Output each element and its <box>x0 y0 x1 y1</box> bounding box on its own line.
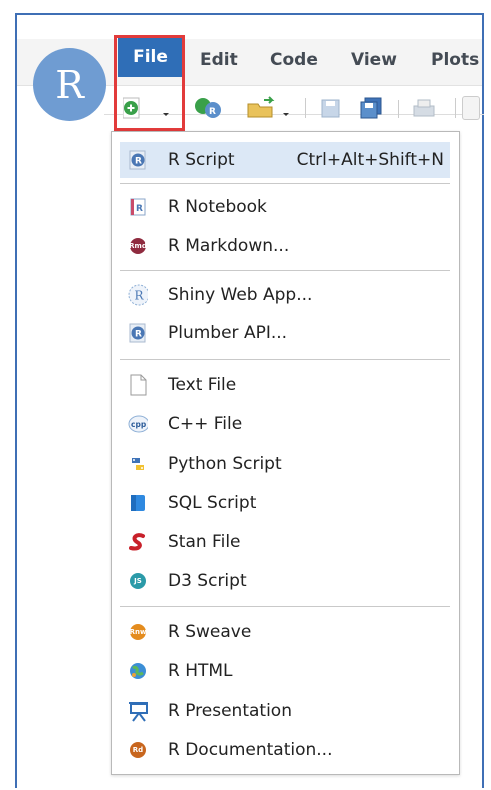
new-file-dropdown: R R Script Ctrl+Alt+Shift+N R R Notebook… <box>111 131 460 775</box>
shortcut-label: Ctrl+Alt+Shift+N <box>296 150 444 170</box>
stan-icon <box>128 532 148 552</box>
cpp-file-icon: cpp <box>128 414 148 434</box>
open-folder-icon <box>247 96 289 118</box>
save-button[interactable] <box>320 98 342 124</box>
menu-item-label: R Script <box>168 150 235 170</box>
menu-separator <box>120 606 450 607</box>
menu-item-sql[interactable]: SQL Script <box>120 485 450 521</box>
svg-text:R: R <box>135 157 142 167</box>
r-markdown-icon: Rmd <box>128 236 148 256</box>
menu-item-sweave[interactable]: Rnw R Sweave <box>120 614 450 650</box>
save-icon <box>321 99 340 118</box>
new-file-button[interactable] <box>122 96 173 120</box>
menu-plots[interactable]: Plots <box>431 50 479 70</box>
new-project-button[interactable]: R <box>193 96 225 124</box>
menu-file[interactable]: File <box>118 37 183 77</box>
save-all-icon <box>360 97 382 119</box>
menu-item-presentation[interactable]: R Presentation <box>120 693 450 729</box>
r-doc-icon: Rd <box>128 740 148 760</box>
menu-item-label: Python Script <box>168 454 282 474</box>
svg-text:cpp: cpp <box>131 420 147 429</box>
menu-item-label: R Sweave <box>168 622 252 642</box>
toolbar-separator-2 <box>398 100 399 118</box>
menu-item-r-html[interactable]: R HTML <box>120 653 450 689</box>
d3-icon: JS <box>128 571 148 591</box>
menu-item-label: Text File <box>168 375 237 395</box>
toolbar-separator <box>305 98 306 118</box>
sql-icon <box>128 493 148 513</box>
svg-text:R: R <box>135 330 142 340</box>
menu-item-r-markdown[interactable]: Rmd R Markdown... <box>120 228 450 264</box>
menu-item-label: Plumber API... <box>168 323 288 343</box>
menu-item-label: R Markdown... <box>168 236 290 256</box>
open-file-button[interactable] <box>246 96 292 124</box>
text-file-icon <box>128 374 148 396</box>
r-notebook-icon: R <box>128 197 148 217</box>
new-project-icon: R <box>195 98 221 118</box>
rstudio-logo: R <box>33 48 106 121</box>
print-icon <box>413 99 435 117</box>
menu-view[interactable]: View <box>351 50 397 70</box>
print-button[interactable] <box>412 98 436 124</box>
svg-text:R: R <box>136 204 143 214</box>
menu-item-label: SQL Script <box>168 493 257 513</box>
sweave-icon: Rnw <box>128 622 148 642</box>
save-all-button[interactable] <box>359 96 385 124</box>
python-icon <box>128 454 148 474</box>
menu-item-d3[interactable]: JS D3 Script <box>120 563 450 599</box>
menu-item-label: Stan File <box>168 532 241 552</box>
plumber-icon: R <box>128 323 148 343</box>
menu-item-label: R Notebook <box>168 197 267 217</box>
menu-item-cpp[interactable]: cpp C++ File <box>120 406 450 442</box>
r-html-icon <box>128 661 148 681</box>
menu-item-label: R HTML <box>168 661 233 681</box>
menu-item-label: R Presentation <box>168 701 292 721</box>
menu-item-r-script[interactable]: R R Script Ctrl+Alt+Shift+N <box>120 142 450 178</box>
menu-item-r-documentation[interactable]: Rd R Documentation... <box>120 732 450 768</box>
menu-item-label: R Documentation... <box>168 740 333 760</box>
toolbar-separator-3 <box>455 98 456 118</box>
menu-separator <box>120 359 450 360</box>
menu-item-label: D3 Script <box>168 571 247 591</box>
menu-item-python[interactable]: Python Script <box>120 446 450 482</box>
new-file-icon <box>122 97 169 119</box>
menu-item-stan[interactable]: Stan File <box>120 524 450 560</box>
menu-item-label: Shiny Web App... <box>168 285 313 305</box>
menu-code[interactable]: Code <box>270 50 318 70</box>
menu-separator <box>120 183 450 184</box>
menu-edit[interactable]: Edit <box>200 50 238 70</box>
menu-item-text-file[interactable]: Text File <box>120 367 450 403</box>
presentation-icon <box>128 701 148 722</box>
menu-item-plumber[interactable]: R Plumber API... <box>120 315 450 351</box>
menu-item-label: C++ File <box>168 414 243 434</box>
menu-item-shiny[interactable]: R Shiny Web App... <box>120 277 450 313</box>
svg-text:R: R <box>209 107 216 117</box>
svg-text:R: R <box>135 289 145 303</box>
shiny-icon: R <box>128 284 148 306</box>
menu-item-r-notebook[interactable]: R R Notebook <box>120 189 450 225</box>
toolbar-overflow[interactable] <box>462 96 480 120</box>
r-script-icon: R <box>128 150 148 170</box>
menu-separator <box>120 270 450 271</box>
